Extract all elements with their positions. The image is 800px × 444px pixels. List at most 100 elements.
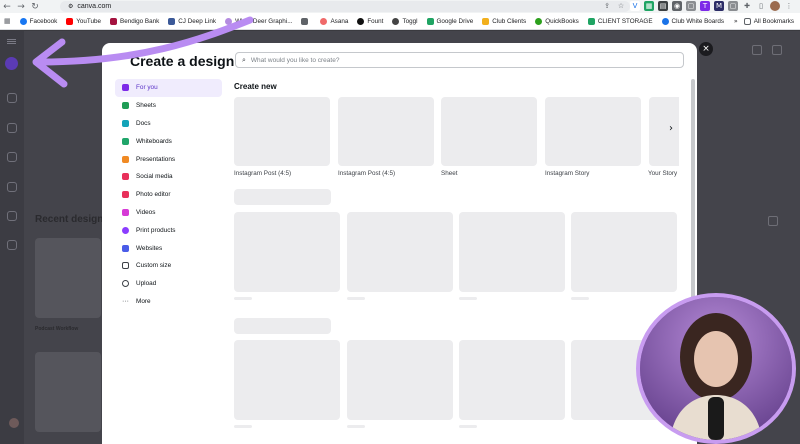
nav-social-media[interactable]: Social media [115,168,222,186]
design-search[interactable]: ⌕ [235,52,684,68]
create-button[interactable] [5,57,18,70]
nav-videos[interactable]: Videos [115,204,222,222]
rail-brand[interactable] [4,182,20,194]
nav-label: Whiteboards [136,137,172,145]
site-info-icon[interactable]: ⚙ [68,3,73,10]
sheets-extension-icon[interactable]: ▦ [644,1,654,11]
bookmark-folder[interactable] [301,17,311,25]
print-icon [122,226,129,234]
bookmark-facebook[interactable]: Facebook [19,17,57,25]
bookmark-bendigo-bank[interactable]: Bendigo Bank [110,17,159,25]
loading-line [459,297,477,300]
template-label: Instagram Post (4:5) [338,170,396,177]
nav-label: Videos [136,208,156,216]
settings-icon[interactable] [772,45,782,55]
search-icon: ⌕ [242,55,246,64]
nav-label: Presentations [136,155,176,163]
notifications-icon[interactable] [9,418,19,428]
star-icon[interactable]: ☆ [616,1,626,11]
bookmark-label: Club White Boards [671,17,725,25]
extension-icon[interactable]: M [714,1,724,11]
share-icon[interactable]: ⇪ [602,1,612,11]
template-card-instagram-story[interactable] [545,97,641,166]
rail-projects[interactable] [4,123,20,135]
reload-icon[interactable]: ↻ [28,0,42,13]
rail-apps[interactable] [4,240,20,252]
profile-avatar[interactable] [770,1,780,11]
nav-more[interactable]: ··· More [115,293,222,311]
extension-icon[interactable]: ▤ [658,1,668,11]
presenter-video [640,297,792,440]
bookmark-youtube[interactable]: YouTube [66,17,101,25]
rail-templates[interactable] [4,152,20,164]
bookmark-toggl[interactable]: Toggl [392,17,418,25]
bookmark-club-clients[interactable]: Club Clients [482,17,527,25]
bookmark-label: QuickBooks [545,17,579,25]
template-card-your-story[interactable] [649,97,679,166]
bookmarks-bar: ▦ Facebook YouTube Bendigo Bank CJ Deep … [0,13,800,30]
white-deer-icon [225,17,233,25]
nav-for-you[interactable]: For you [115,79,222,97]
extension-icon[interactable]: ▢ [686,1,696,11]
list-view-icon[interactable] [768,216,778,226]
nav-custom-size[interactable]: Custom size [115,257,222,275]
extension-icon[interactable]: T [700,1,710,11]
nav-docs[interactable]: Docs [115,115,222,133]
forward-icon[interactable]: → [14,0,28,13]
modal-scrollbar[interactable] [691,79,695,319]
photo-editor-icon [122,191,129,199]
template-card-instagram-post-2[interactable] [338,97,434,166]
custom-size-icon [122,262,129,270]
rail-home[interactable] [4,93,20,105]
nav-upload[interactable]: Upload [115,275,222,293]
browser-toolbar: ← → ↻ ⚙ canva.com ⇪ ☆ V ▦ ▤ ◉ ▢ T M ▢ ✚ … [0,0,800,13]
loading-placeholder [234,318,331,334]
camera-extension-icon[interactable]: ◉ [672,1,682,11]
bendigo-bank-icon [110,17,118,25]
create-new-heading: Create new [234,82,277,91]
nav-print-products[interactable]: Print products [115,221,222,239]
bookmark-cj-deep-link[interactable]: CJ Deep Link [168,17,216,25]
more-bookmarks-icon[interactable]: » [734,18,738,25]
home-icon [7,93,17,103]
menu-icon[interactable]: ⋮ [784,1,794,11]
facebook-icon [19,17,27,25]
bookmark-google-drive[interactable]: Google Drive [426,17,473,25]
bookmark-client-storage[interactable]: CLIENT STORAGE [587,17,653,25]
nav-whiteboards[interactable]: Whiteboards [115,132,222,150]
all-bookmarks-folder[interactable]: All Bookmarks [743,18,794,25]
puzzle-icon[interactable]: ✚ [742,1,752,11]
bookmark-label: Club Clients [492,17,527,25]
recent-design-card[interactable] [35,352,101,432]
bookmark-white-deer[interactable]: White Deer Graphi... [225,17,292,25]
apps-grid-icon[interactable]: ▦ [4,17,11,25]
back-icon[interactable]: ← [0,0,14,13]
bookmark-club-white-boards[interactable]: Club White Boards [661,17,725,25]
search-input[interactable] [250,56,651,64]
extension-icon[interactable]: ▢ [728,1,738,11]
bookmark-quickbooks[interactable]: QuickBooks [535,17,579,25]
nav-photo-editor[interactable]: Photo editor [115,186,222,204]
rail-canva-ai[interactable] [4,211,20,223]
nav-websites[interactable]: Websites [115,239,222,257]
nav-presentations[interactable]: Presentations [115,150,222,168]
recent-design-card[interactable] [35,238,101,318]
nav-sheets[interactable]: Sheets [115,97,222,115]
template-card-sheet[interactable] [441,97,537,166]
vimeo-extension-icon[interactable]: V [630,1,640,11]
template-card-instagram-post-1[interactable] [234,97,330,166]
sidebar-icon[interactable]: ▯ [756,1,766,11]
hamburger-icon[interactable] [7,39,16,40]
bookmark-asana[interactable]: Asana [320,17,348,25]
loading-line [571,297,589,300]
bookmark-label: CLIENT STORAGE [597,17,653,25]
loading-line [347,297,365,300]
extensions-row: ⇪ ☆ V ▦ ▤ ◉ ▢ T M ▢ ✚ ▯ ⋮ [602,1,794,11]
modal-title: Create a design [130,53,235,69]
chevron-right-icon[interactable]: › [669,123,673,134]
loading-line [347,425,365,428]
close-icon[interactable]: × [699,42,713,56]
address-bar[interactable]: ⚙ canva.com [60,1,630,12]
upload-icon[interactable] [752,45,762,55]
bookmark-fount[interactable]: Fount [357,17,383,25]
